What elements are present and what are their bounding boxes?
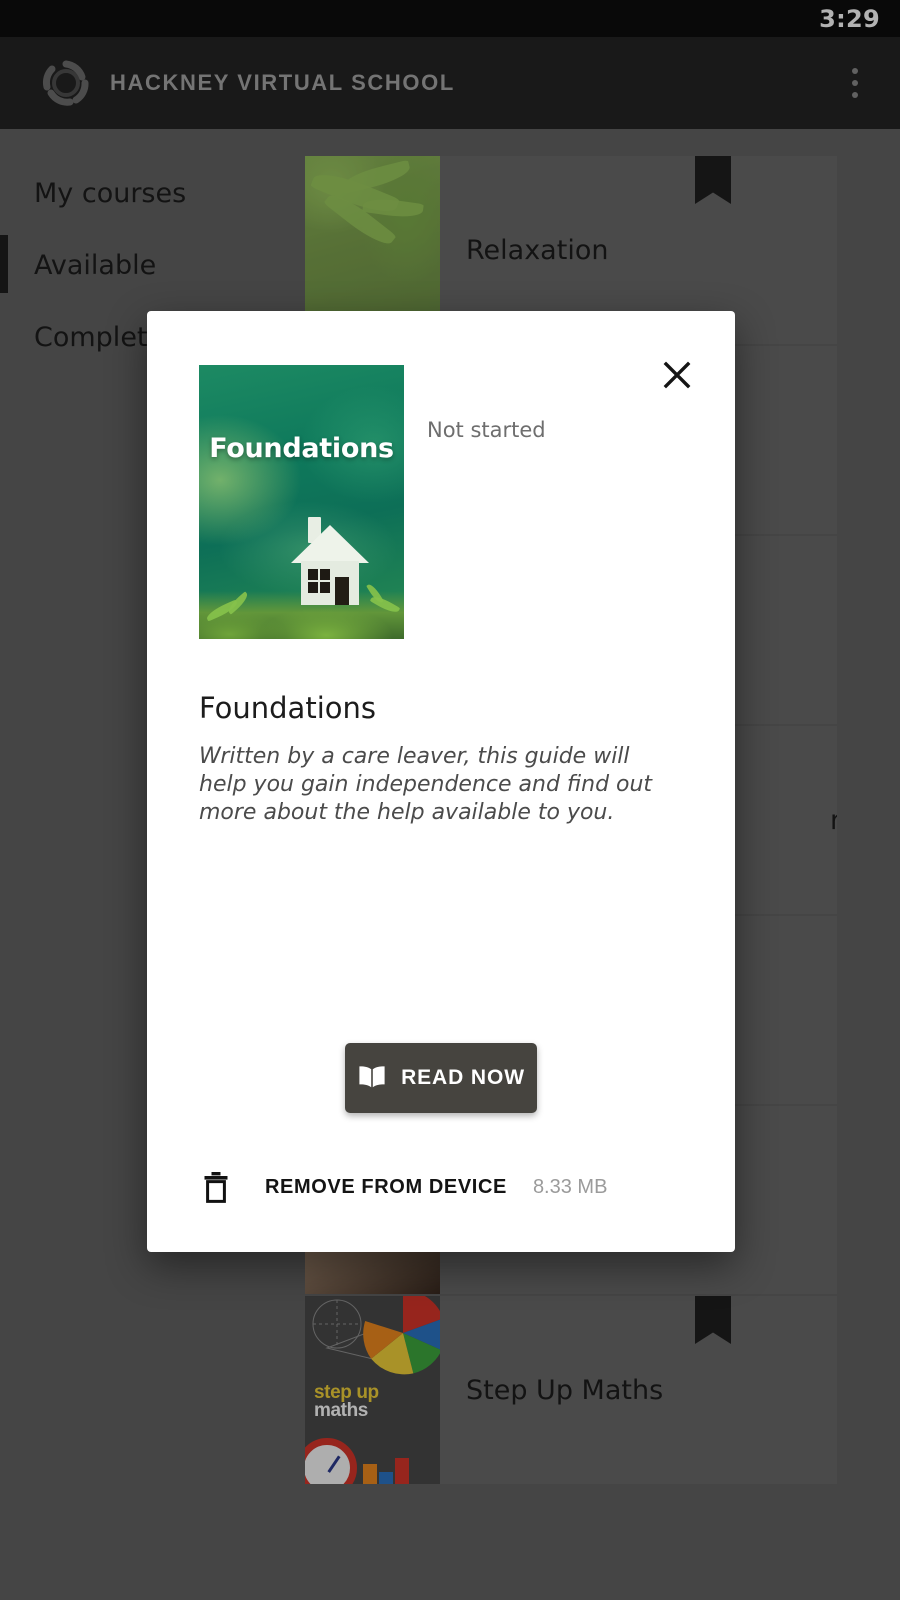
- course-detail-dialog: Foundations Not started Foundations Writ…: [147, 311, 735, 1252]
- open-book-icon: [357, 1065, 387, 1092]
- bookmark-icon[interactable]: [695, 1296, 731, 1344]
- thumbnail-caption-line2: maths: [314, 1400, 368, 1421]
- remove-from-device-button[interactable]: REMOVE FROM DEVICE 8.33 MB: [199, 1171, 607, 1203]
- swirl-circle-logo-icon: [40, 57, 92, 109]
- tab-available[interactable]: Available: [0, 229, 300, 301]
- bookmark-icon[interactable]: [695, 156, 731, 204]
- course-description: Written by a care leaver, this guide wil…: [199, 744, 653, 826]
- app-title: HACKNEY VIRTUAL SCHOOL: [110, 70, 455, 95]
- course-cover-image: Foundations: [199, 365, 404, 639]
- course-name: Relaxation: [466, 234, 609, 266]
- read-now-label: READ NOW: [401, 1066, 525, 1089]
- status-bar-clock: 3:29: [819, 4, 880, 33]
- course-name: ment: [830, 805, 837, 836]
- course-title: Foundations: [199, 691, 376, 725]
- house-illustration: [291, 517, 369, 605]
- tab-my-courses[interactable]: My courses: [0, 157, 300, 229]
- status-bar: 3:29: [0, 0, 900, 37]
- pie-chart-icon: [363, 1296, 440, 1375]
- more-vertical-icon[interactable]: [838, 57, 872, 109]
- remove-label: REMOVE FROM DEVICE: [265, 1175, 507, 1198]
- download-size: 8.33 MB: [532, 1175, 608, 1198]
- trash-can-icon: [199, 1171, 233, 1203]
- list-item[interactable]: step up maths Step Up Maths: [305, 1296, 837, 1484]
- course-thumbnail: step up maths: [305, 1296, 440, 1484]
- course-status: Not started: [427, 418, 546, 442]
- cover-title: Foundations: [209, 433, 394, 464]
- course-name: Step Up Maths: [466, 1374, 664, 1406]
- tab-label: Available: [34, 249, 157, 281]
- clock-icon: [305, 1438, 357, 1484]
- tab-label: My courses: [34, 177, 187, 209]
- close-x-icon[interactable]: [656, 354, 698, 396]
- read-now-button[interactable]: READ NOW: [345, 1043, 537, 1113]
- app-bar: HACKNEY VIRTUAL SCHOOL: [0, 37, 900, 129]
